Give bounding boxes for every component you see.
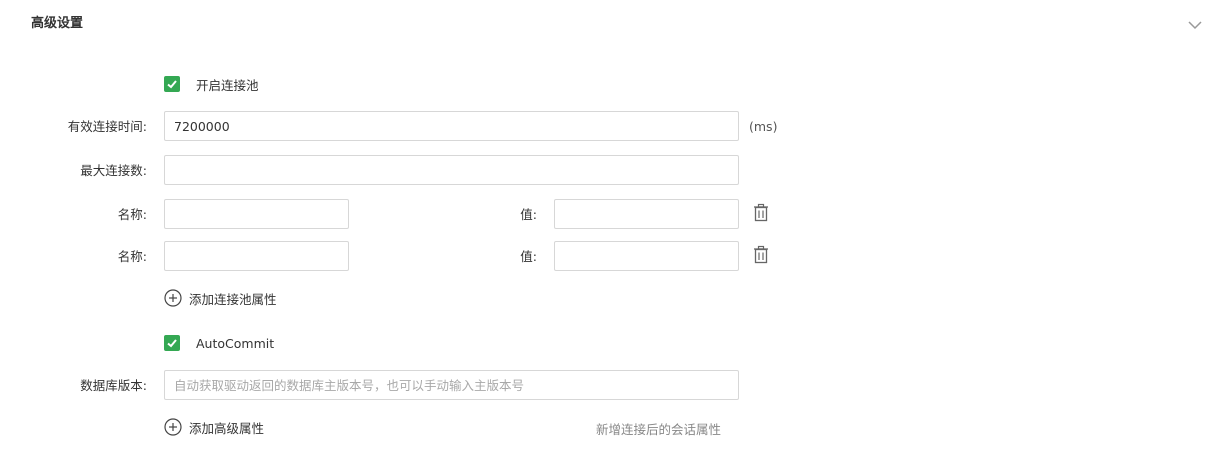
pool-property-row: 名称: 值: xyxy=(0,241,1226,273)
enable-pool-label: 开启连接池 xyxy=(196,77,259,93)
db-version-label: 数据库版本: xyxy=(80,378,147,393)
autocommit-checkbox[interactable]: AutoCommit xyxy=(164,333,274,353)
trash-icon[interactable] xyxy=(752,245,770,265)
db-version-row: 数据库版本: xyxy=(0,370,1226,402)
property-value-input[interactable] xyxy=(554,199,739,229)
advanced-settings-panel: 高级设置 开启连接池 有效连接时间: (ms) 最大连接数: 名称: 值: xyxy=(0,0,1226,449)
valid-time-unit: (ms) xyxy=(749,119,778,134)
property-name-input[interactable] xyxy=(164,199,349,229)
plus-circle-icon xyxy=(164,289,182,307)
autocommit-label: AutoCommit xyxy=(196,335,275,351)
enable-pool-checkbox[interactable]: 开启连接池 xyxy=(164,74,259,94)
plus-circle-icon xyxy=(164,418,182,436)
property-name-label: 名称: xyxy=(117,249,147,264)
section-title: 高级设置 xyxy=(31,16,84,31)
pool-property-row: 名称: 值: xyxy=(0,199,1226,231)
check-icon xyxy=(164,335,180,351)
db-version-input[interactable] xyxy=(164,370,739,400)
max-conn-label: 最大连接数: xyxy=(80,163,147,178)
property-value-input[interactable] xyxy=(554,241,739,271)
valid-time-label: 有效连接时间: xyxy=(67,119,147,134)
add-advanced-property-label: 添加高级属性 xyxy=(189,420,265,436)
session-properties-hint: 新增连接后的会话属性 xyxy=(596,422,722,437)
check-icon xyxy=(164,76,180,92)
chevron-down-icon[interactable] xyxy=(1186,16,1204,34)
property-value-label: 值: xyxy=(520,249,537,264)
add-pool-property-label: 添加连接池属性 xyxy=(189,291,277,307)
property-name-label: 名称: xyxy=(117,207,147,222)
valid-time-input[interactable] xyxy=(164,111,739,141)
valid-time-row: 有效连接时间: (ms) xyxy=(0,111,1226,143)
max-conn-row: 最大连接数: xyxy=(0,155,1226,187)
max-conn-input[interactable] xyxy=(164,155,739,185)
property-name-input[interactable] xyxy=(164,241,349,271)
trash-icon[interactable] xyxy=(752,203,770,223)
add-pool-property-button[interactable]: 添加连接池属性 xyxy=(164,288,277,308)
add-advanced-property-button[interactable]: 添加高级属性 xyxy=(164,417,264,437)
property-value-label: 值: xyxy=(520,207,537,222)
